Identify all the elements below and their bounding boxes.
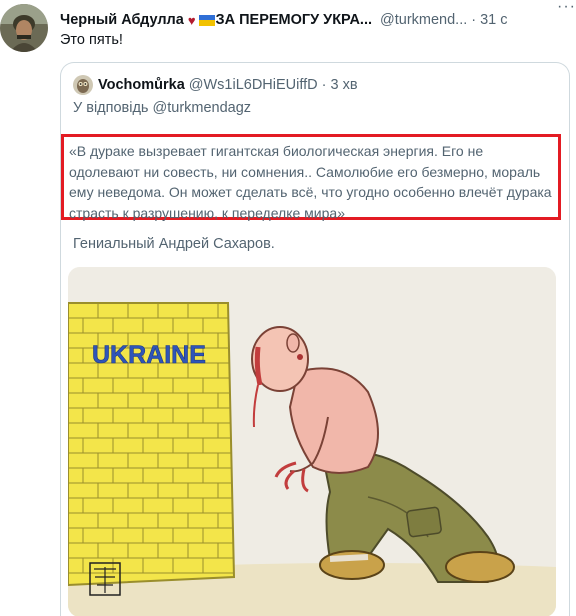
more-options-icon[interactable]: ···	[557, 0, 576, 16]
quote-header: Vochomůrka @Ws1iL6DHiEUiffD · 3 хв	[73, 75, 358, 95]
timestamp[interactable]: 31 с	[480, 12, 507, 28]
tweet-header: Черный Абдулла ♥ ЗА ПЕРЕМОГУ УКРА... @tu…	[60, 10, 564, 30]
quote-avatar[interactable]	[73, 75, 93, 95]
separator-dot: ·	[321, 77, 327, 93]
reply-handle-link[interactable]: @turkmendagz	[153, 100, 252, 116]
quote-author-handle[interactable]: @Ws1iL6DHiEUiffD	[189, 77, 318, 93]
wall-label: UKRAINE	[92, 341, 206, 369]
quoted-tweet[interactable]: Vochomůrka @Ws1iL6DHiEUiffD · 3 хв У від…	[60, 62, 570, 616]
reply-context: У відповідь @turkmendagz	[73, 100, 251, 116]
quote-timestamp[interactable]: 3 хв	[330, 77, 357, 93]
separator-dot: ·	[471, 12, 477, 28]
avatar[interactable]	[0, 4, 48, 52]
author-name-suffix[interactable]: ЗА ПЕРЕМОГУ УКРА...	[216, 12, 372, 28]
author-handle[interactable]: @turkmend...	[380, 12, 467, 28]
quote-author-name[interactable]: Vochomůrka	[98, 77, 185, 93]
author-name[interactable]: Черный Абдулла	[60, 12, 184, 28]
heart-icon: ♥	[187, 12, 196, 28]
highlighted-quote-text: «В дураке вызревает гигантская биологиче…	[61, 134, 561, 221]
reply-prefix: У відповідь	[73, 100, 149, 116]
tweet[interactable]: Черный Абдулла ♥ ЗА ПЕРЕМОГУ УКРА... @tu…	[0, 0, 576, 616]
quote-text: Гениальный Андрей Сахаров.	[73, 236, 275, 252]
ukraine-flag-icon	[198, 14, 215, 26]
tweet-text: Это пять!	[60, 32, 123, 48]
cartoon-image[interactable]: UKRAINE	[68, 267, 556, 616]
cartoon-drawing: UKRAINE	[68, 267, 556, 616]
